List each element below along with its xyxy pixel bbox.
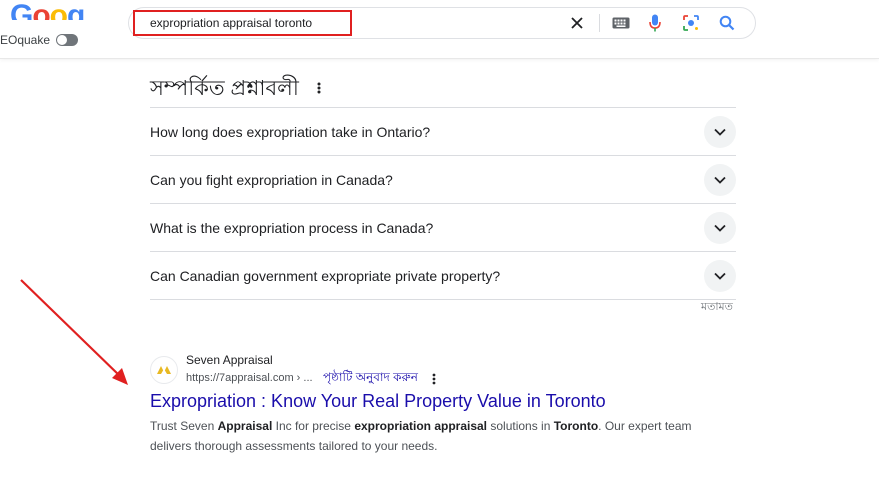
snippet-bold: expropriation appraisal	[354, 419, 488, 433]
seoquake-label: EOquake	[0, 33, 51, 47]
search-divider	[599, 14, 600, 32]
chevron-down-icon[interactable]	[704, 164, 736, 196]
question-text: Can you fight expropriation in Canada?	[150, 171, 393, 188]
search-icon[interactable]	[717, 13, 737, 33]
question-text: What is the expropriation process in Can…	[150, 219, 434, 236]
related-question[interactable]: What is the expropriation process in Can…	[150, 203, 736, 251]
snippet-bold: Toronto	[553, 419, 599, 433]
seoquake-toggle[interactable]	[56, 34, 79, 46]
question-text: How long does expropriation take in Onta…	[150, 123, 431, 140]
translate-page-link[interactable]: পৃষ্ঠাটি অনুবাদ করুন	[323, 369, 418, 389]
query-highlight-box	[133, 10, 352, 36]
related-questions-list: How long does expropriation take in Onta…	[150, 107, 736, 300]
logo-letter: G	[10, 0, 33, 20]
related-question[interactable]: Can you fight expropriation in Canada?	[150, 155, 736, 203]
mic-icon[interactable]	[645, 13, 665, 33]
snippet-text: Inc for precise	[272, 419, 355, 433]
question-text: Can Canadian government expropriate priv…	[150, 267, 501, 284]
lens-icon[interactable]	[681, 13, 701, 33]
snippet-text: solutions in	[487, 419, 554, 433]
snippet-text: Trust Seven	[150, 419, 218, 433]
logo-letter: o	[49, 0, 68, 20]
chevron-down-icon[interactable]	[704, 260, 736, 292]
snippet-bold: Appraisal	[217, 419, 273, 433]
related-question[interactable]: Can Canadian government expropriate priv…	[150, 251, 736, 300]
keyboard-icon[interactable]	[611, 13, 631, 33]
result-snippet: Trust Seven Appraisal Inc for precise ex…	[150, 416, 710, 456]
logo-letter: g	[67, 0, 85, 20]
search-bar	[128, 7, 756, 39]
related-questions-title: সম্পর্কিত প্রশ্নাবলী	[150, 77, 299, 100]
search-input[interactable]	[150, 15, 350, 31]
chevron-down-icon[interactable]	[704, 212, 736, 244]
search-header: Google EOquake	[0, 0, 879, 59]
more-options-icon[interactable]	[314, 80, 324, 96]
chevron-down-icon[interactable]	[704, 116, 736, 148]
result-url[interactable]: https://7appraisal.com › ...	[186, 372, 313, 384]
result-site-name[interactable]: Seven Appraisal	[186, 353, 273, 367]
feedback-link[interactable]: মতামত	[701, 298, 733, 317]
result-title-link[interactable]: Expropriation : Know Your Real Property …	[150, 391, 606, 412]
related-question[interactable]: How long does expropriation take in Onta…	[150, 107, 736, 155]
result-options-icon[interactable]	[430, 372, 438, 386]
site-favicon[interactable]	[150, 356, 178, 384]
seoquake-toggle-area: EOquake	[0, 33, 79, 47]
google-logo[interactable]: Google	[10, 0, 90, 20]
logo-letter: o	[32, 0, 50, 20]
close-icon[interactable]	[567, 13, 587, 33]
